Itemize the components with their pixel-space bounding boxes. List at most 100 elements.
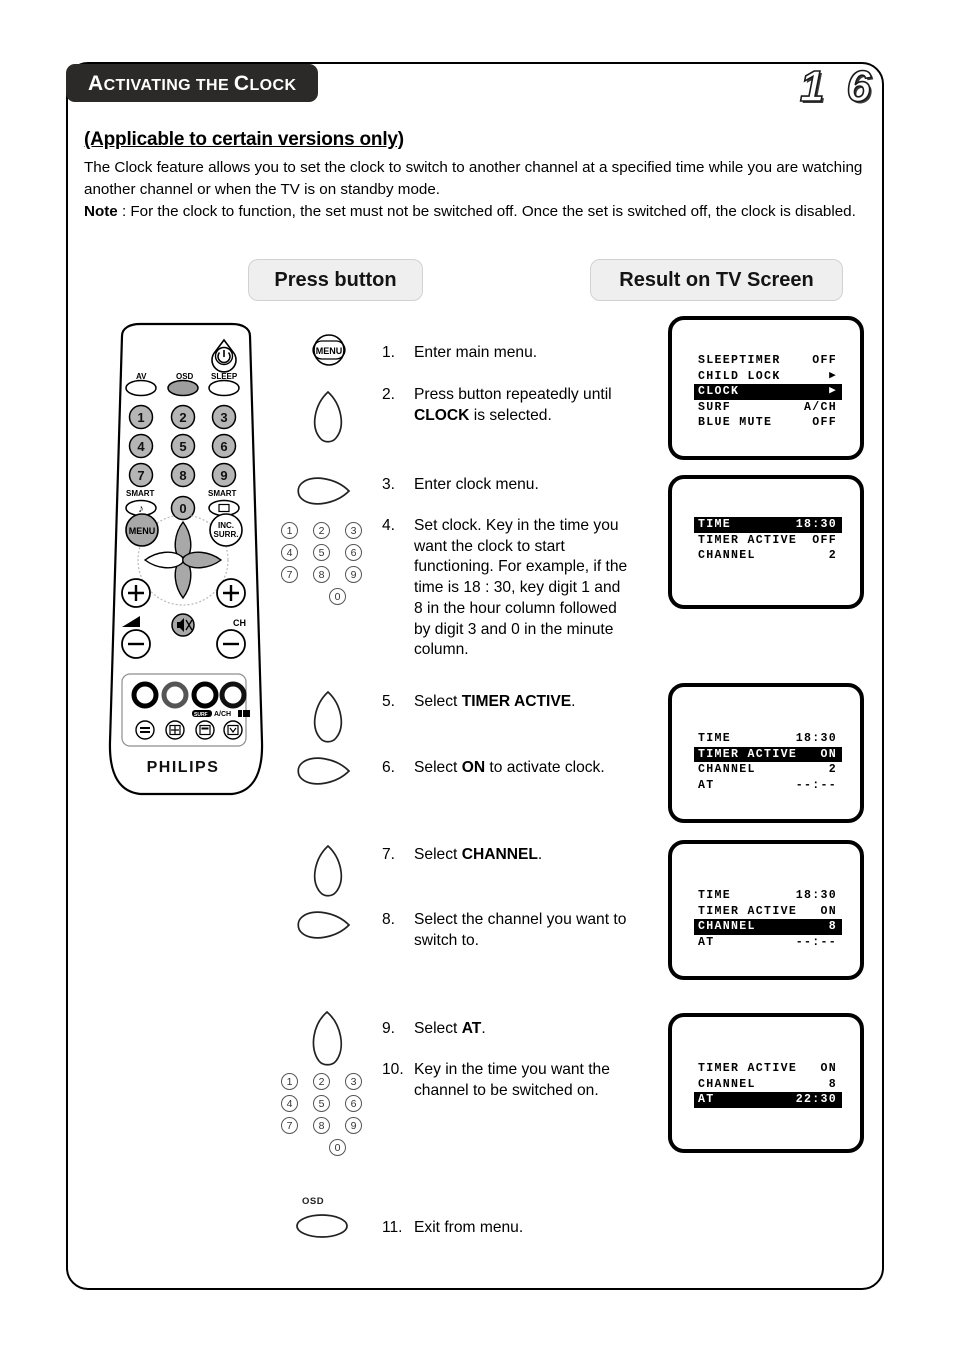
tv-screen-timer-active: TIME 18:30 TIMER ACTIVE ON CHANNEL 2 AT --:-- bbox=[668, 683, 864, 823]
step-6-text-bold: ON bbox=[461, 759, 486, 776]
keypad-row: 7 8 9 bbox=[281, 566, 362, 583]
svg-text:1: 1 bbox=[137, 410, 144, 425]
step-2-number: 2. bbox=[382, 386, 396, 403]
step-6-label: Select ON to activate clock. bbox=[414, 758, 662, 779]
step-9-number: 9. bbox=[382, 1020, 396, 1037]
osd-row-value: OFF bbox=[812, 533, 837, 547]
step-8-label: Select the channel you want to switch to… bbox=[414, 911, 627, 949]
keypad-key-9[interactable]: 9 bbox=[345, 1117, 362, 1134]
osd-row: CHANNEL 2 bbox=[694, 762, 842, 778]
keypad-key-6[interactable]: 6 bbox=[345, 544, 362, 561]
keypad-key-4[interactable]: 4 bbox=[281, 1095, 298, 1112]
step-5-button-down[interactable] bbox=[302, 688, 354, 746]
keypad-key-5[interactable]: 5 bbox=[313, 1095, 330, 1112]
step-1-button-menu[interactable]: MENU bbox=[306, 332, 352, 368]
svg-text:CH: CH bbox=[233, 618, 246, 628]
keypad-key-8[interactable]: 8 bbox=[313, 566, 330, 583]
osd-row-label: AT bbox=[698, 1093, 715, 1106]
keypad-key-7[interactable]: 7 bbox=[281, 566, 298, 583]
step-9-text-bold: AT bbox=[461, 1020, 482, 1037]
intro-subtitle: (Applicable to certain versions only) bbox=[84, 129, 404, 150]
step-9-button-down[interactable] bbox=[300, 1008, 354, 1070]
osd-row-value: 22:30 bbox=[795, 1093, 837, 1106]
osd-lines: TIME 18:30 TIMER ACTIVE ON CHANNEL 8 AT --:-- bbox=[694, 888, 842, 950]
keypad-key-3[interactable]: 3 bbox=[345, 1073, 362, 1090]
step-11-button-osd[interactable] bbox=[292, 1210, 352, 1242]
step-6-text: 6. Select ON to activate clock. bbox=[382, 758, 662, 779]
step-9-text-post: . bbox=[481, 1020, 486, 1037]
keypad-key-1[interactable]: 1 bbox=[281, 1073, 298, 1090]
step-2-text: 2. Press button repeatedly until CLOCK i… bbox=[382, 385, 652, 426]
keypad-row: 4 5 6 bbox=[281, 544, 362, 561]
osd-row-label: TIME bbox=[698, 889, 732, 902]
osd-row-selected: TIME 18:30 bbox=[694, 517, 842, 533]
step-1-label: Enter main menu. bbox=[414, 344, 538, 361]
keypad-key-0[interactable]: 0 bbox=[329, 1139, 346, 1156]
osd-row-label: SLEEPTIMER bbox=[698, 354, 781, 367]
svg-text:5: 5 bbox=[179, 439, 186, 454]
osd-row: TIMER ACTIVE OFF bbox=[694, 533, 842, 549]
osd-row: CHANNEL 8 bbox=[694, 1077, 842, 1093]
keypad-key-1[interactable]: 1 bbox=[281, 522, 298, 539]
keypad-row: 0 bbox=[313, 588, 362, 605]
keypad-key-3[interactable]: 3 bbox=[345, 522, 362, 539]
osd-row: CHILD LOCK ▶ bbox=[694, 369, 842, 385]
keypad-key-6[interactable]: 6 bbox=[345, 1095, 362, 1112]
keypad-key-2[interactable]: 2 bbox=[313, 522, 330, 539]
svg-text:PHILIPS: PHILIPS bbox=[147, 759, 220, 776]
osd-row-value: 18:30 bbox=[795, 889, 837, 902]
osd-row-label: TIME bbox=[698, 518, 732, 531]
step-10-keypad[interactable]: 1 2 3 4 5 6 7 8 9 0 bbox=[281, 1073, 362, 1161]
keypad-key-2[interactable]: 2 bbox=[313, 1073, 330, 1090]
osd-row-label: TIMER ACTIVE bbox=[698, 533, 798, 547]
intro-note: Note : For the clock to function, the se… bbox=[84, 201, 874, 223]
step-6-number: 6. bbox=[382, 759, 396, 776]
step-3-button-right[interactable] bbox=[294, 468, 356, 514]
osd-row-value: --:-- bbox=[795, 935, 837, 949]
step-2-button-down[interactable] bbox=[302, 388, 354, 446]
osd-row-value: 8 bbox=[828, 920, 837, 933]
step-5-text-bold: TIMER ACTIVE bbox=[461, 693, 572, 710]
step-8-button-right[interactable] bbox=[294, 902, 356, 948]
svg-text:AV: AV bbox=[136, 372, 147, 381]
keypad-key-9[interactable]: 9 bbox=[345, 566, 362, 583]
svg-text:2: 2 bbox=[179, 410, 186, 425]
svg-text:7: 7 bbox=[137, 468, 144, 483]
page-title: ACTIVATING THE CLOCK bbox=[88, 71, 297, 95]
step-8-text: 8. Select the channel you want to switch… bbox=[382, 910, 632, 951]
osd-row-selected: TIMER ACTIVE ON bbox=[694, 746, 842, 762]
svg-text:SURF: SURF bbox=[194, 712, 208, 718]
step-4-keypad[interactable]: 1 2 3 4 5 6 7 8 9 0 bbox=[281, 522, 362, 610]
keypad-key-0[interactable]: 0 bbox=[329, 588, 346, 605]
step-9-label: Select AT. bbox=[414, 1019, 642, 1040]
step-6-button-right[interactable] bbox=[294, 748, 356, 794]
osd-row-value: --:-- bbox=[795, 778, 837, 792]
osd-row: TIME 18:30 bbox=[694, 888, 842, 904]
svg-text:SMART: SMART bbox=[208, 489, 237, 498]
osd-row: SURF A/CH bbox=[694, 400, 842, 416]
svg-text:A/CH: A/CH bbox=[214, 711, 231, 718]
keypad-key-7[interactable]: 7 bbox=[281, 1117, 298, 1134]
keypad-key-4[interactable]: 4 bbox=[281, 544, 298, 561]
osd-row-value: 2 bbox=[828, 763, 837, 776]
step-7-text-pre: Select bbox=[414, 846, 462, 863]
tv-screen-at-time: TIMER ACTIVE ON CHANNEL 8 AT 22:30 bbox=[668, 1013, 864, 1153]
osd-row: SLEEPTIMER OFF bbox=[694, 353, 842, 369]
osd-row-selected: CLOCK ▶ bbox=[694, 384, 842, 400]
page-number: 1 6 bbox=[799, 61, 876, 112]
step-3-number: 3. bbox=[382, 476, 396, 493]
step-7-text-post: . bbox=[537, 846, 543, 863]
step-5-number: 5. bbox=[382, 693, 396, 710]
osd-row: TIMER ACTIVE ON bbox=[694, 904, 842, 920]
keypad-key-5[interactable]: 5 bbox=[313, 544, 330, 561]
osd-row: BLUE MUTE OFF bbox=[694, 415, 842, 431]
step-11-number: 11. bbox=[382, 1219, 403, 1236]
step-4-text: 4. Set clock. Key in the time you want t… bbox=[382, 516, 632, 661]
svg-text:SLEEP: SLEEP bbox=[211, 372, 238, 381]
step-7-button-down[interactable] bbox=[302, 842, 354, 900]
keypad-row: 1 2 3 bbox=[281, 522, 362, 539]
osd-row-label: SURF bbox=[698, 400, 732, 414]
keypad-key-8[interactable]: 8 bbox=[313, 1117, 330, 1134]
step-6-text-post: to activate clock. bbox=[485, 759, 605, 776]
submenu-arrow-icon: ▶ bbox=[829, 369, 837, 382]
